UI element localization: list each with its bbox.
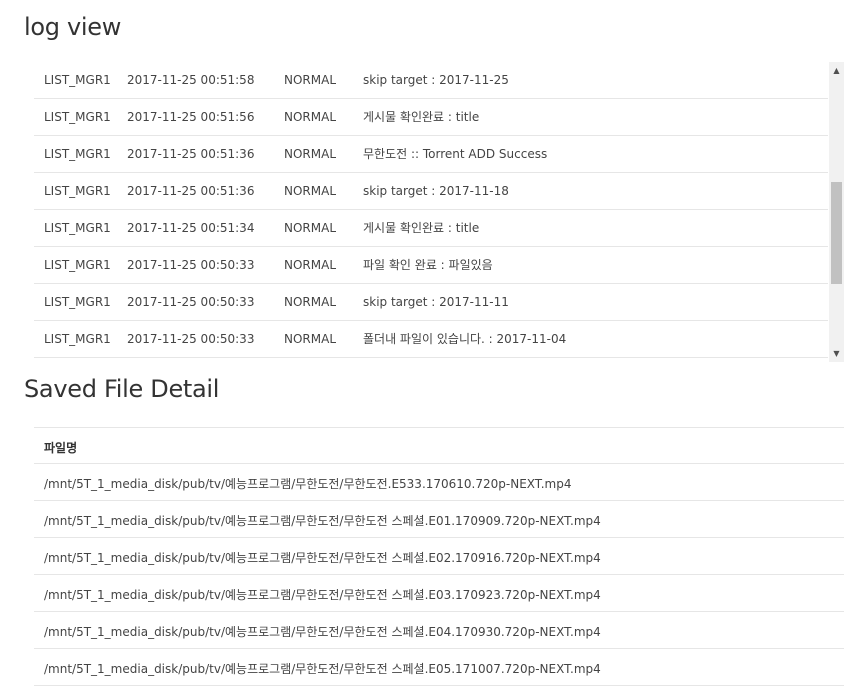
file-row: /mnt/5T_1_media_disk/pub/tv/예능프로그램/무한도전/… xyxy=(34,464,844,501)
log-time: 2017-11-25 00:50:33 xyxy=(127,258,255,272)
log-message: skip target : 2017-11-11 xyxy=(363,295,509,309)
log-source: LIST_MGR1 xyxy=(44,73,111,87)
log-message: 파일 확인 완료 : 파일있음 xyxy=(363,258,493,272)
log-message: skip target : 2017-11-18 xyxy=(363,184,509,198)
log-view-title: log view xyxy=(24,13,122,41)
log-scrollbar[interactable]: ▲ ▼ xyxy=(829,62,844,362)
log-message: 게시물 확인완료 : title xyxy=(363,110,480,124)
file-path: /mnt/5T_1_media_disk/pub/tv/예능프로그램/무한도전/… xyxy=(44,588,601,602)
log-source: LIST_MGR1 xyxy=(44,147,111,161)
log-level: NORMAL xyxy=(284,258,337,272)
log-level: NORMAL xyxy=(284,147,337,161)
log-source: LIST_MGR1 xyxy=(44,258,111,272)
file-row: /mnt/5T_1_media_disk/pub/tv/예능프로그램/무한도전/… xyxy=(34,575,844,612)
file-path: /mnt/5T_1_media_disk/pub/tv/예능프로그램/무한도전/… xyxy=(44,514,601,528)
file-row: /mnt/5T_1_media_disk/pub/tv/예능프로그램/무한도전/… xyxy=(34,501,844,538)
log-row: LIST_MGR1 2017-11-25 00:51:58 NORMAL ski… xyxy=(34,62,828,99)
log-time: 2017-11-25 00:51:36 xyxy=(127,184,255,198)
log-time: 2017-11-25 00:51:36 xyxy=(127,147,255,161)
log-level: NORMAL xyxy=(284,73,337,87)
file-row: /mnt/5T_1_media_disk/pub/tv/예능프로그램/무한도전/… xyxy=(34,612,844,649)
column-header-filename: 파일명 xyxy=(44,441,78,455)
log-level: NORMAL xyxy=(284,221,337,235)
log-row: LIST_MGR1 2017-11-25 00:51:36 NORMAL 무한도… xyxy=(34,136,828,173)
file-path: /mnt/5T_1_media_disk/pub/tv/예능프로그램/무한도전/… xyxy=(44,477,572,491)
saved-file-table: 파일명 /mnt/5T_1_media_disk/pub/tv/예능프로그램/무… xyxy=(34,427,844,686)
log-source: LIST_MGR1 xyxy=(44,332,111,346)
log-row: LIST_MGR1 2017-11-25 00:51:36 NORMAL ski… xyxy=(34,173,828,210)
log-message: skip target : 2017-11-25 xyxy=(363,73,509,87)
scroll-down-arrow-icon[interactable]: ▼ xyxy=(829,345,844,362)
log-message: 폴더내 파일이 있습니다. : 2017-11-04 xyxy=(363,332,567,346)
log-level: NORMAL xyxy=(284,184,337,198)
log-row: LIST_MGR1 2017-11-25 00:51:56 NORMAL 게시물… xyxy=(34,99,828,136)
file-row: /mnt/5T_1_media_disk/pub/tv/예능프로그램/무한도전/… xyxy=(34,649,844,686)
log-row: LIST_MGR1 2017-11-25 00:50:33 NORMAL ski… xyxy=(34,284,828,321)
file-path: /mnt/5T_1_media_disk/pub/tv/예능프로그램/무한도전/… xyxy=(44,551,601,565)
log-time: 2017-11-25 00:51:34 xyxy=(127,221,255,235)
log-source: LIST_MGR1 xyxy=(44,221,111,235)
log-message: 게시물 확인완료 : title xyxy=(363,221,480,235)
log-time: 2017-11-25 00:50:33 xyxy=(127,332,255,346)
log-source: LIST_MGR1 xyxy=(44,184,111,198)
file-path: /mnt/5T_1_media_disk/pub/tv/예능프로그램/무한도전/… xyxy=(44,625,601,639)
log-table: LIST_MGR1 2017-11-25 00:51:58 NORMAL ski… xyxy=(34,62,828,358)
log-row: LIST_MGR1 2017-11-25 00:50:33 NORMAL 파일 … xyxy=(34,247,828,284)
log-time: 2017-11-25 00:50:33 xyxy=(127,295,255,309)
log-source: LIST_MGR1 xyxy=(44,295,111,309)
log-row: LIST_MGR1 2017-11-25 00:50:33 NORMAL 폴더내… xyxy=(34,321,828,358)
log-message: 무한도전 :: Torrent ADD Success xyxy=(363,147,548,161)
log-view-panel[interactable]: LIST_MGR1 2017-11-25 00:51:58 NORMAL ski… xyxy=(34,62,844,362)
table-header: 파일명 xyxy=(34,427,844,464)
log-time: 2017-11-25 00:51:56 xyxy=(127,110,255,124)
file-row: /mnt/5T_1_media_disk/pub/tv/예능프로그램/무한도전/… xyxy=(34,538,844,575)
log-source: LIST_MGR1 xyxy=(44,110,111,124)
scroll-up-arrow-icon[interactable]: ▲ xyxy=(829,62,844,79)
saved-file-detail-title: Saved File Detail xyxy=(24,375,220,403)
log-level: NORMAL xyxy=(284,332,337,346)
log-row: LIST_MGR1 2017-11-25 00:51:34 NORMAL 게시물… xyxy=(34,210,828,247)
log-level: NORMAL xyxy=(284,295,337,309)
scrollbar-thumb[interactable] xyxy=(831,182,842,284)
file-path: /mnt/5T_1_media_disk/pub/tv/예능프로그램/무한도전/… xyxy=(44,662,601,676)
log-level: NORMAL xyxy=(284,110,337,124)
log-time: 2017-11-25 00:51:58 xyxy=(127,73,255,87)
